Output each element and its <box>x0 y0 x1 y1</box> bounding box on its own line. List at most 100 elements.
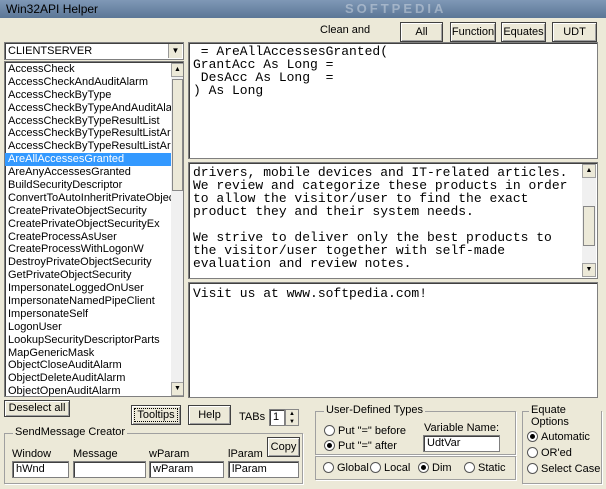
wparam-label: wParam <box>149 448 190 460</box>
function-list[interactable]: AccessCheck AccessCheckAndAuditAlarm Acces… <box>4 61 184 397</box>
notes-editor[interactable]: Visit us at www.softpedia.com! <box>188 282 598 398</box>
clean-function-button[interactable]: Function <box>450 22 496 42</box>
list-item[interactable]: AccessCheck <box>5 63 171 76</box>
put-before-radio[interactable]: Put "=" before <box>324 425 408 438</box>
message-field[interactable] <box>73 461 146 478</box>
description-editor[interactable]: drivers, mobile devices and IT-related a… <box>188 162 598 279</box>
equate-ored-radio[interactable]: OR'ed <box>527 447 572 460</box>
radio-indicator <box>370 462 381 473</box>
scroll-thumb[interactable] <box>583 206 595 246</box>
copy-button[interactable]: Copy <box>267 437 300 457</box>
description-text: drivers, mobile devices and IT-related a… <box>193 165 568 271</box>
scope-static-radio[interactable]: Static <box>464 462 506 475</box>
put-after-label: Put "=" after <box>338 440 397 452</box>
list-item[interactable]: ObjectOpenAuditAlarm <box>5 385 171 396</box>
scope-dim-radio[interactable]: Dim <box>418 462 452 475</box>
radio-indicator <box>527 431 538 442</box>
list-item[interactable]: ConvertToAutoInheritPrivateObjec <box>5 192 171 205</box>
window-label: Window <box>12 448 52 460</box>
radio-indicator <box>323 462 334 473</box>
list-item[interactable]: AccessCheckByType <box>5 89 171 102</box>
chevron-down-icon[interactable]: ▼ <box>168 44 182 58</box>
wparam-field[interactable]: wParam <box>149 461 224 478</box>
list-item[interactable]: ImpersonateNamedPipeClient <box>5 295 171 308</box>
watermark: SOFTPEDIA <box>345 1 447 16</box>
list-item[interactable]: AreAnyAccessesGranted <box>5 166 171 179</box>
notes-text: Visit us at www.softpedia.com! <box>193 286 428 301</box>
description-scrollbar[interactable]: ▲ ▼ <box>582 164 596 277</box>
list-item[interactable]: CreateProcessAsUser <box>5 231 171 244</box>
scroll-down-icon[interactable]: ▼ <box>171 382 183 396</box>
spin-up-icon[interactable]: ▲ <box>286 410 298 418</box>
radio-indicator <box>418 462 429 473</box>
list-item[interactable]: AccessCheckAndAuditAlarm <box>5 76 171 89</box>
equate-automatic-label: Automatic <box>541 431 590 443</box>
list-item[interactable]: GetPrivateObjectSecurity <box>5 269 171 282</box>
varname-field[interactable]: UdtVar <box>423 435 500 452</box>
list-item[interactable]: ImpersonateSelf <box>5 308 171 321</box>
list-item[interactable]: ImpersonateLoggedOnUser <box>5 282 171 295</box>
list-item[interactable]: CreatePrivateObjectSecurity <box>5 205 171 218</box>
list-item[interactable]: MapGenericMask <box>5 347 171 360</box>
title-bar: Win32API Helper SOFTPEDIA <box>0 0 606 18</box>
help-button[interactable]: Help <box>188 405 231 425</box>
radio-indicator <box>324 440 335 451</box>
tabs-spinner[interactable]: ▲ ▼ <box>285 409 299 426</box>
clean-label: Clean and <box>320 24 371 36</box>
varname-label: Variable Name: <box>424 422 499 434</box>
lparam-field[interactable]: lParam <box>228 461 299 478</box>
scroll-up-icon[interactable]: ▲ <box>582 164 596 178</box>
spin-down-icon[interactable]: ▼ <box>286 418 298 426</box>
list-item[interactable]: AccessCheckByTypeResultListAr <box>5 127 171 140</box>
list-item[interactable]: BuildSecurityDescriptor <box>5 179 171 192</box>
message-label: Message <box>73 448 118 460</box>
tooltips-button[interactable]: Tooltips <box>131 405 181 425</box>
scope-dim-label: Dim <box>432 462 452 474</box>
equate-group-title: Equate Options <box>529 404 601 428</box>
put-before-label: Put "=" before <box>338 425 407 437</box>
list-item[interactable]: ObjectDeleteAuditAlarm <box>5 372 171 385</box>
deselect-all-button[interactable]: Deselect all <box>4 400 70 417</box>
scope-global-label: Global <box>337 462 369 474</box>
list-item[interactable]: CreatePrivateObjectSecurityEx <box>5 218 171 231</box>
put-after-radio[interactable]: Put "=" after <box>324 440 397 453</box>
sendmessage-title: SendMessage Creator <box>13 426 128 438</box>
list-item[interactable]: CreateProcessWithLogonW <box>5 243 171 256</box>
scope-local-radio[interactable]: Local <box>370 462 410 475</box>
radio-indicator <box>527 463 538 474</box>
clean-equates-button[interactable]: Equates <box>501 22 546 42</box>
scope-static-label: Static <box>478 462 506 474</box>
scroll-up-icon[interactable]: ▲ <box>171 63 183 77</box>
scroll-thumb[interactable] <box>172 79 183 191</box>
equate-selectcase-radio[interactable]: Select Case <box>527 463 600 476</box>
list-item[interactable]: DestroyPrivateObjectSecurity <box>5 256 171 269</box>
equate-selectcase-label: Select Case <box>541 463 601 475</box>
tabs-label: TABs <box>239 411 266 423</box>
function-list-items: AccessCheck AccessCheckAndAuditAlarm Acces… <box>5 63 171 396</box>
list-item[interactable]: AccessCheckByTypeResultListAr <box>5 140 171 153</box>
list-item[interactable]: LookupSecurityDescriptorParts <box>5 334 171 347</box>
clean-all-button[interactable]: All <box>400 22 443 42</box>
tabs-input[interactable]: 1 <box>269 409 285 426</box>
category-combo[interactable]: CLIENTSERVER ▼ <box>4 42 184 60</box>
radio-indicator <box>464 462 475 473</box>
clean-udt-button[interactable]: UDT <box>552 22 597 42</box>
equate-automatic-radio[interactable]: Automatic <box>527 431 590 444</box>
declaration-text: = AreAllAccessesGranted( GrantAcc As Lon… <box>193 44 389 98</box>
combo-value: CLIENTSERVER <box>8 45 93 57</box>
scope-local-label: Local <box>384 462 411 474</box>
declaration-editor[interactable]: = AreAllAccessesGranted( GrantAcc As Lon… <box>188 42 598 159</box>
radio-indicator <box>527 447 538 458</box>
list-item[interactable]: AccessCheckByTypeAndAuditAla <box>5 102 171 115</box>
equate-ored-label: OR'ed <box>541 447 572 459</box>
list-item[interactable]: LogonUser <box>5 321 171 334</box>
list-item[interactable]: AccessCheckByTypeResultList <box>5 115 171 128</box>
window-title: Win32API Helper <box>6 2 99 16</box>
window-field[interactable]: hWnd <box>12 461 69 478</box>
scope-global-radio[interactable]: Global <box>323 462 370 475</box>
list-item[interactable]: AreAllAccessesGranted <box>5 153 171 167</box>
list-scrollbar[interactable]: ▲ ▼ <box>171 63 183 396</box>
scroll-down-icon[interactable]: ▼ <box>582 263 596 277</box>
lparam-label: lParam <box>228 448 263 460</box>
list-item[interactable]: ObjectCloseAuditAlarm <box>5 359 171 372</box>
